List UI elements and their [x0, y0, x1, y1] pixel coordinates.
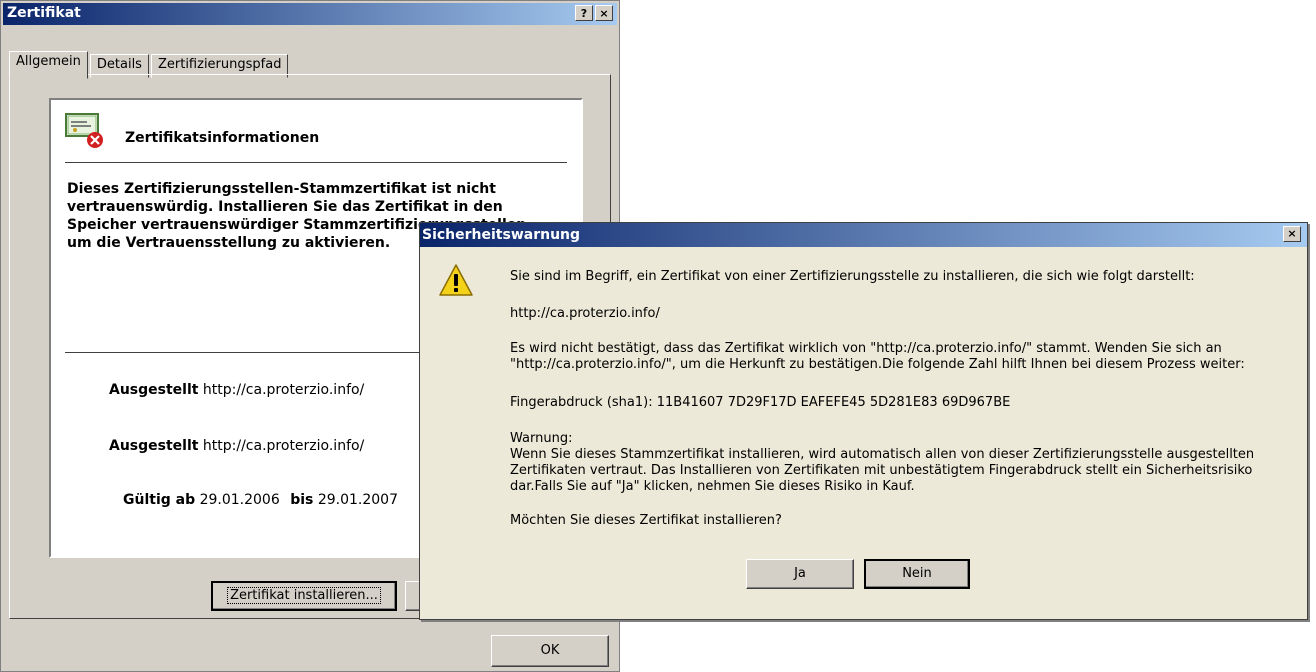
window-title: Zertifikat	[7, 5, 81, 21]
install-certificate-label: Zertifikat installieren...	[227, 587, 381, 604]
divider	[65, 162, 567, 163]
security-titlebar: Sicherheitswarnung ×	[420, 223, 1307, 247]
valid-from-label: Gültig ab	[123, 492, 196, 508]
issued-by-label: Ausgestellt	[109, 438, 199, 454]
intro-text: Sie sind im Begriff, ein Zertifikat von …	[510, 269, 1195, 284]
close-button[interactable]: ×	[595, 5, 613, 21]
issued-to-label: Ausgestellt	[109, 382, 199, 398]
warning-text: Wenn Sie dieses Stammzertifikat installi…	[510, 447, 1255, 494]
security-warning-dialog: Sicherheitswarnung × Sie sind im Begriff…	[419, 222, 1308, 620]
certificate-titlebar: Zertifikat ? ×	[3, 3, 617, 25]
dialog-close-button[interactable]: ×	[1283, 226, 1301, 242]
valid-to-value: 29.01.2007	[317, 492, 398, 508]
valid-from-value: 29.01.2006	[199, 492, 280, 508]
help-button[interactable]: ?	[575, 5, 593, 21]
issued-to-row: Ausgestellt http://ca.proterzio.info/	[109, 382, 364, 398]
install-certificate-button[interactable]: Zertifikat installieren...	[211, 581, 397, 611]
fingerprint-text: Fingerabdruck (sha1): 11B41607 7D29F17D …	[510, 395, 1011, 410]
issued-by-row: Ausgestellt http://ca.proterzio.info/	[109, 438, 364, 454]
warning-label: Warnung:	[510, 431, 573, 446]
unverified-text: Es wird nicht bestätigt, dass das Zertif…	[510, 341, 1245, 372]
certificate-error-icon	[65, 113, 103, 148]
dialog-title: Sicherheitswarnung	[422, 227, 581, 243]
validity-row: Gültig ab 29.01.2006 bis 29.01.2007	[123, 492, 398, 508]
info-title: Zertifikatsinformationen	[125, 130, 320, 146]
warning-triangle-icon	[439, 264, 473, 296]
tab-allgemein[interactable]: Allgemein	[9, 51, 88, 79]
ok-button[interactable]: OK	[491, 635, 609, 667]
issued-by-value: http://ca.proterzio.info/	[202, 438, 365, 454]
issued-to-value: http://ca.proterzio.info/	[202, 382, 365, 398]
valid-to-label: bis	[290, 492, 314, 508]
ca-url: http://ca.proterzio.info/	[510, 306, 660, 321]
yes-button[interactable]: Ja	[746, 559, 854, 589]
install-question: Möchten Sie dieses Zertifikat installier…	[510, 513, 782, 528]
no-button[interactable]: Nein	[864, 559, 970, 589]
